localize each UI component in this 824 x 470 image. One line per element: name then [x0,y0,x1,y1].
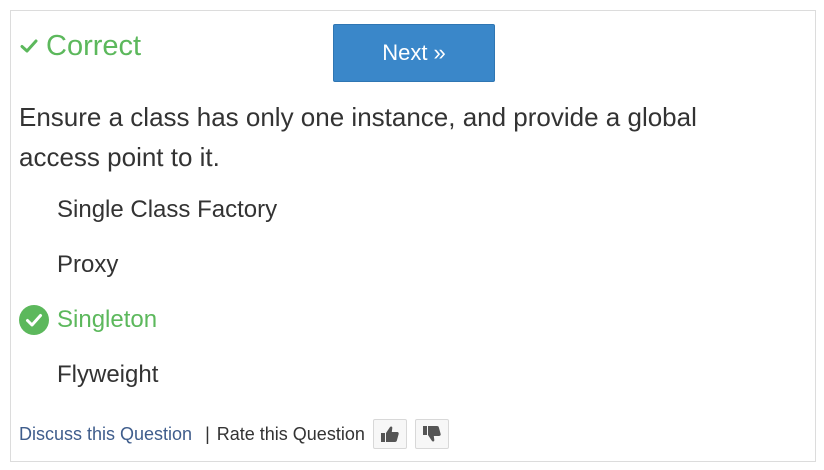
thumbs-down-button[interactable] [414,419,449,449]
option-label: Proxy [57,251,119,278]
question-footer: Discuss this Question | Rate this Questi… [19,419,449,449]
thumbs-down-icon [422,426,441,442]
check-icon [20,39,38,53]
option-label: Singleton [57,306,158,333]
result-label: Correct [46,30,142,62]
option-label: Single Class Factory [57,196,278,223]
discuss-link[interactable]: Discuss this Question [19,424,192,445]
thumbs-up-icon [380,426,399,442]
rate-label: Rate this Question [216,423,365,444]
result-status: Correct [20,29,141,63]
quiz-card: Correct Next » Ensure a class has only o… [10,10,816,462]
thumbs-up-button[interactable] [372,419,407,449]
next-button[interactable]: Next » [333,24,495,82]
check-circle-icon [19,305,49,335]
option-label: Flyweight [57,361,159,388]
separator: | [205,423,210,444]
question-text: Ensure a class has only one instance, an… [19,102,697,172]
